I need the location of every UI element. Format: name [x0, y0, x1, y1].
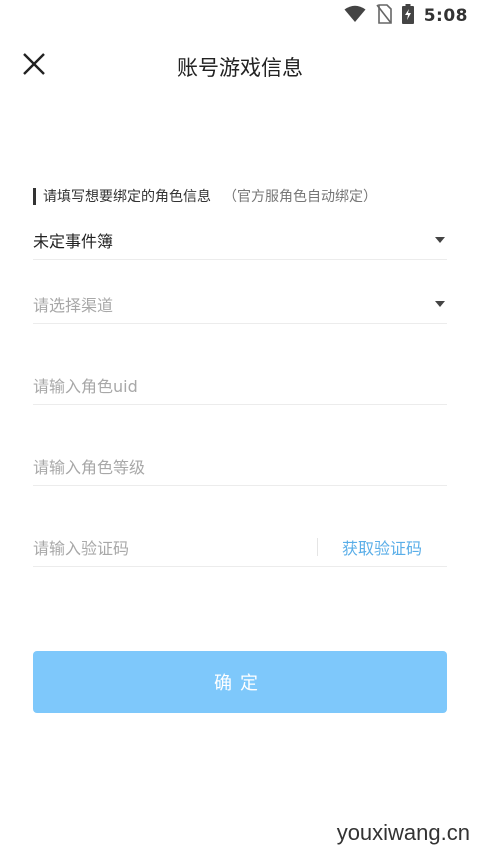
battery-charging-icon [401, 4, 414, 28]
server-value: 未定事件簿 [33, 231, 114, 251]
channel-placeholder: 请选择渠道 [33, 295, 114, 315]
server-select[interactable]: 未定事件簿 [33, 220, 447, 260]
dropdown-arrow-icon [435, 300, 445, 307]
code-input[interactable]: 请输入验证码 [33, 535, 317, 559]
no-sim-icon [376, 4, 392, 28]
page-title: 账号游戏信息 [177, 56, 303, 80]
status-time: 5:08 [423, 6, 468, 26]
hint-bar [33, 187, 36, 205]
uid-placeholder: 请输入角色uid [33, 376, 138, 396]
hint-note: （官方服角色自动绑定） [223, 189, 377, 205]
form-hint: 请填写想要绑定的角色信息 （官方服角色自动绑定） [33, 186, 377, 206]
level-placeholder: 请输入角色等级 [33, 457, 146, 477]
confirm-button[interactable]: 确定 [33, 651, 447, 713]
code-field: 请输入验证码 获取验证码 [33, 527, 447, 567]
header: 账号游戏信息 [0, 40, 480, 92]
level-input[interactable]: 请输入角色等级 [33, 446, 447, 486]
dropdown-arrow-icon [435, 236, 445, 243]
channel-select[interactable]: 请选择渠道 [33, 284, 447, 324]
uid-input[interactable]: 请输入角色uid [33, 365, 447, 405]
get-code-button[interactable]: 获取验证码 [342, 535, 422, 559]
hint-text: 请填写想要绑定的角色信息 [43, 189, 211, 205]
code-divider [316, 537, 318, 556]
watermark: youxiwang.cn [336, 820, 470, 845]
wifi-icon [344, 5, 366, 27]
status-bar: 5:08 [0, 0, 480, 32]
